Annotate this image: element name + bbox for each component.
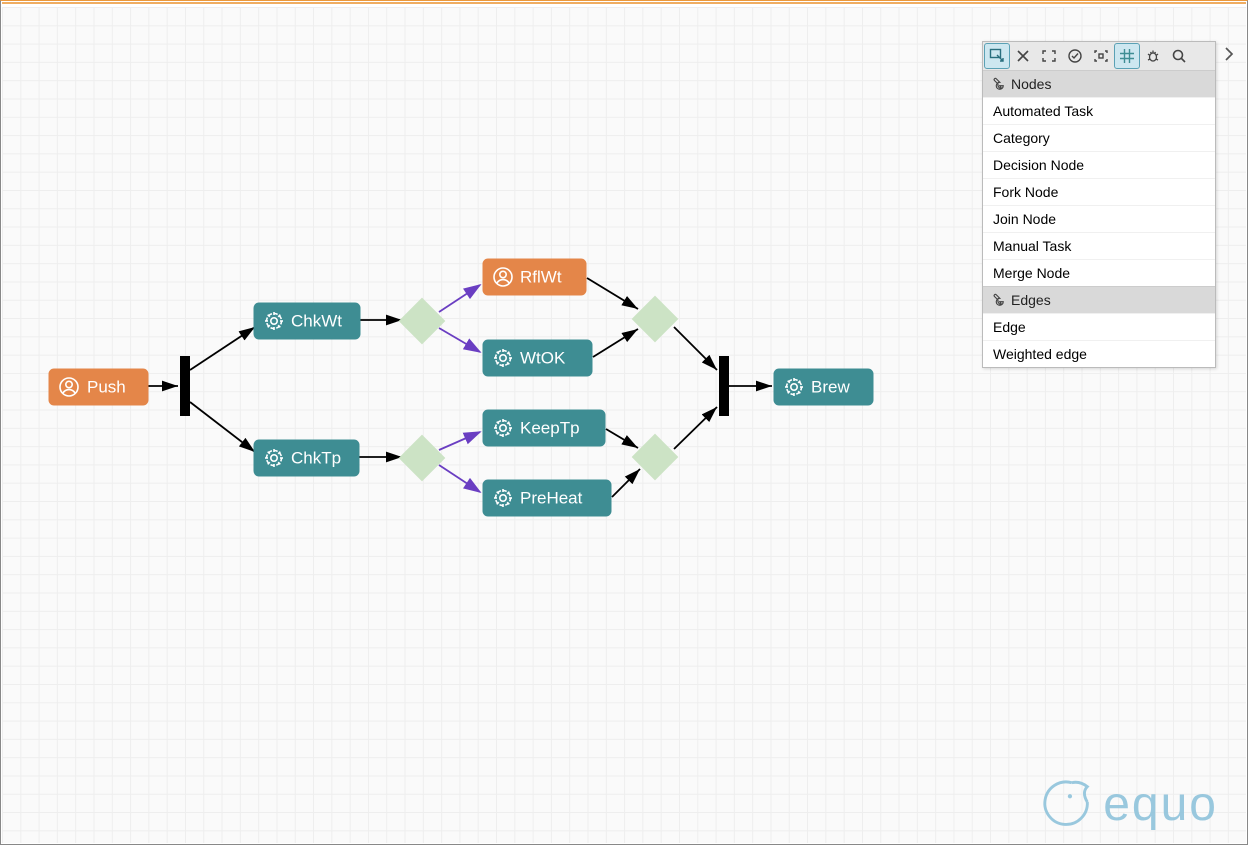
node-chkwt[interactable]: ChkWt (254, 303, 360, 339)
toolbar-debug-tool[interactable] (1141, 44, 1165, 68)
equo-logo: equo (1039, 775, 1218, 833)
edge[interactable] (606, 429, 638, 448)
edge[interactable] (674, 407, 717, 449)
palette-section-edges: Edges (983, 286, 1215, 313)
toolbar-delete-tool[interactable] (1011, 44, 1035, 68)
palette-item-join-node[interactable]: Join Node (983, 205, 1215, 232)
node-brew[interactable]: Brew (774, 369, 873, 405)
palette-item-edge[interactable]: Edge (983, 313, 1215, 340)
palette-item-decision-node[interactable]: Decision Node (983, 151, 1215, 178)
edge[interactable] (593, 329, 638, 357)
node-keeptp[interactable]: KeepTp (483, 410, 605, 446)
toolbar-center-tool[interactable] (1089, 44, 1113, 68)
logo-text: equo (1103, 777, 1218, 832)
edge[interactable] (190, 327, 255, 370)
toolbar-selection-tool[interactable] (985, 44, 1009, 68)
node-push[interactable]: Push (49, 369, 148, 405)
edge[interactable] (674, 327, 717, 370)
section-header: Nodes (1011, 76, 1051, 92)
merge-node[interactable] (632, 296, 677, 341)
edge[interactable] (587, 278, 638, 309)
palette-item-category[interactable]: Category (983, 124, 1215, 151)
palette-item-automated-task[interactable]: Automated Task (983, 97, 1215, 124)
logo-icon (1039, 775, 1097, 833)
fork-node[interactable] (180, 356, 190, 416)
diagram-canvas[interactable]: Push ChkWt ChkTp RflWt (2, 7, 1246, 843)
node-label: WtOK (520, 348, 566, 367)
node-wtok[interactable]: WtOK (483, 340, 592, 376)
weighted-edge[interactable] (439, 328, 480, 352)
node-label: PreHeat (520, 488, 583, 507)
node-rflwt[interactable]: RflWt (483, 259, 586, 295)
node-chktp[interactable]: ChkTp (254, 440, 359, 476)
weighted-edge[interactable] (439, 285, 480, 312)
join-node[interactable] (719, 356, 729, 416)
merge-node[interactable] (632, 434, 677, 479)
edge[interactable] (190, 402, 255, 452)
edge[interactable] (612, 469, 640, 497)
wrench-icon (991, 293, 1005, 307)
palette-toolbar (983, 42, 1215, 70)
node-label: Brew (811, 377, 850, 396)
node-label: ChkTp (291, 448, 341, 467)
palette-item-weighted-edge[interactable]: Weighted edge (983, 340, 1215, 367)
palette-item-merge-node[interactable]: Merge Node (983, 259, 1215, 286)
palette-item-manual-task[interactable]: Manual Task (983, 232, 1215, 259)
palette-collapse-button[interactable] (1220, 42, 1238, 66)
weighted-edge[interactable] (439, 465, 480, 492)
toolbar-grid-tool[interactable] (1115, 44, 1139, 68)
toolbar-marquee-tool[interactable] (1037, 44, 1061, 68)
decision-node[interactable] (399, 298, 444, 343)
toolbar-validate-tool[interactable] (1063, 44, 1087, 68)
palette-panel: Nodes Automated Task Category Decision N… (982, 41, 1216, 368)
wrench-icon (991, 77, 1005, 91)
node-label: ChkWt (291, 311, 342, 330)
node-label: Push (87, 377, 126, 396)
toolbar-search-tool[interactable] (1167, 44, 1191, 68)
node-preheat[interactable]: PreHeat (483, 480, 611, 516)
decision-node[interactable] (399, 435, 444, 480)
node-label: KeepTp (520, 418, 580, 437)
section-header: Edges (1011, 292, 1051, 308)
node-label: RflWt (520, 267, 562, 286)
palette-item-fork-node[interactable]: Fork Node (983, 178, 1215, 205)
palette-section-nodes: Nodes (983, 70, 1215, 97)
weighted-edge[interactable] (439, 432, 480, 450)
